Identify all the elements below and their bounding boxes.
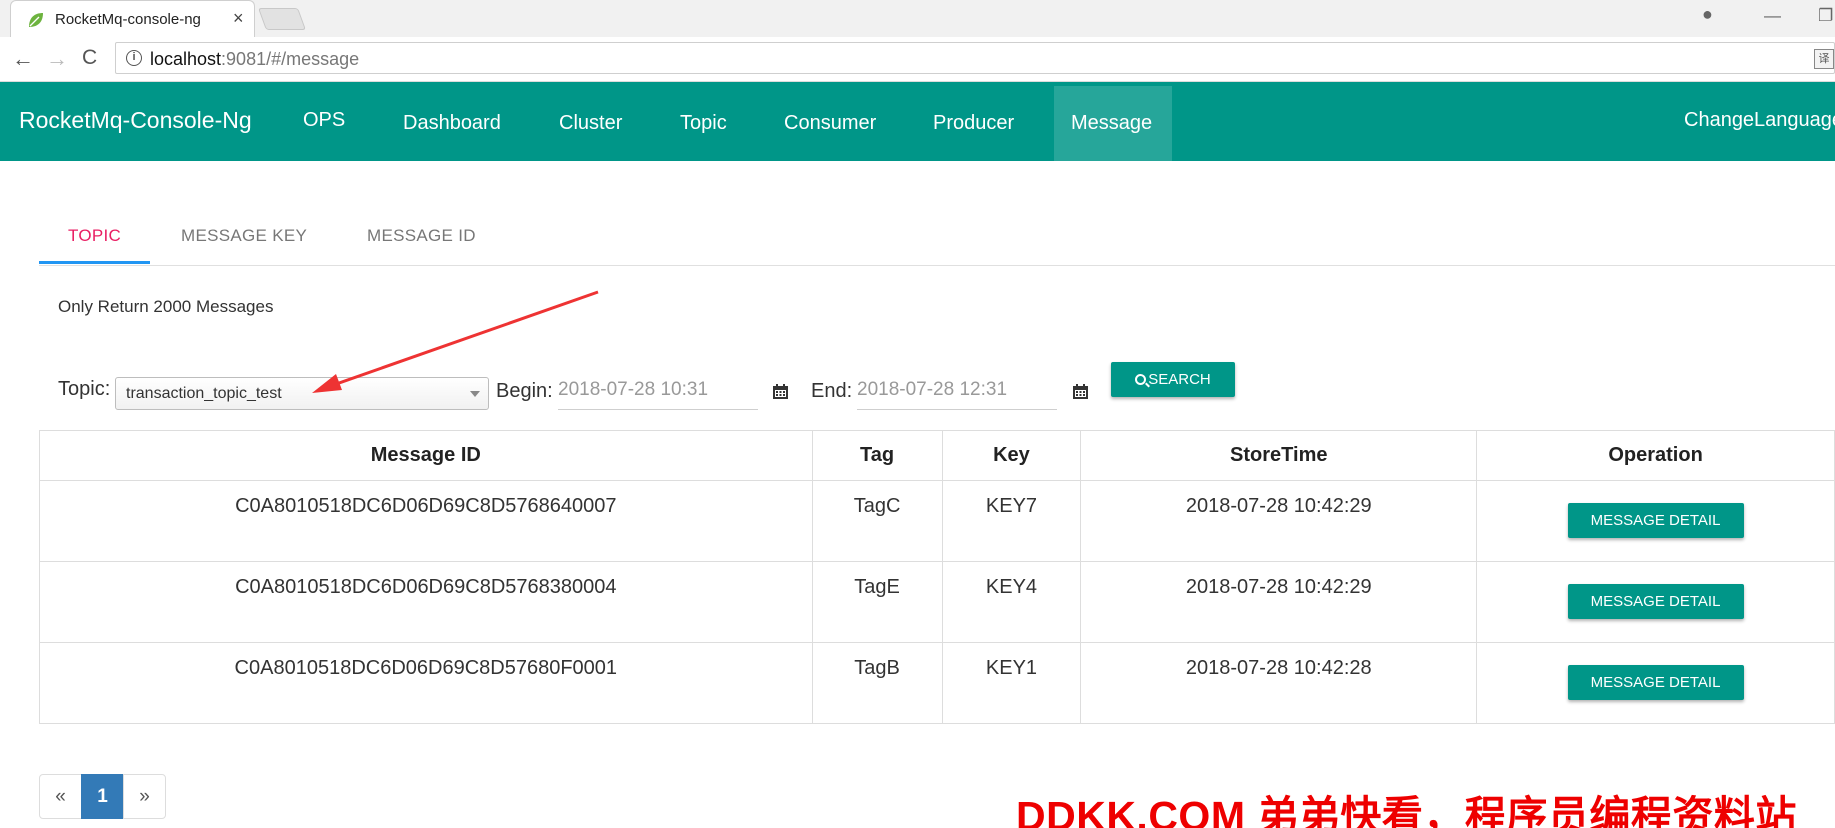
tab-message-key[interactable]: MESSAGE KEY [181,226,307,246]
nav-item-dashboard[interactable]: Dashboard [403,112,501,135]
tab-title: RocketMq-console-ng [55,11,201,28]
table-row: C0A8010518DC6D06D69C8D5768380004 TagE KE… [39,561,1835,643]
close-tab-icon[interactable]: × [233,8,244,29]
operation-cell: MESSAGE DETAIL [1476,642,1835,724]
prev-page-button[interactable]: « [39,774,82,819]
search-icon [1135,374,1147,385]
store-time-cell: 2018-07-28 10:42:28 [1080,642,1478,724]
column-header-tag: Tag [811,430,943,481]
search-button[interactable]: SEARCH [1111,362,1235,397]
annotation-arrow-icon [312,290,599,393]
end-label: End: [811,380,853,402]
end-time-input[interactable] [857,370,1057,410]
tab-message-id[interactable]: MESSAGE ID [367,226,476,246]
browser-tab-strip: RocketMq-console-ng × ● — ❐ [0,0,1835,37]
nav-item-producer[interactable]: Producer [933,112,1014,135]
pagination: « 1 » [39,774,166,819]
key-cell: KEY7 [941,480,1082,562]
calendar-icon[interactable] [1072,383,1089,400]
store-time-cell: 2018-07-28 10:42:29 [1080,480,1478,562]
app-navbar: RocketMq-Console-Ng OPS Dashboard Cluste… [0,82,1835,161]
minimize-icon[interactable]: — [1764,6,1781,26]
browser-tab[interactable]: RocketMq-console-ng × [10,0,255,37]
column-header-operation: Operation [1476,430,1835,481]
change-language-menu[interactable]: ChangeLanguage [1684,109,1835,132]
message-detail-button[interactable]: MESSAGE DETAIL [1567,584,1744,619]
column-header-store-time: StoreTime [1080,430,1478,481]
new-tab-button[interactable] [257,8,307,30]
translate-icon[interactable]: 译 [1814,49,1834,69]
profile-icon[interactable]: ● [1702,4,1713,25]
message-detail-button[interactable]: MESSAGE DETAIL [1567,503,1744,538]
brand-title[interactable]: RocketMq-Console-Ng [19,107,252,134]
table-row: C0A8010518DC6D06D69C8D57680F0001 TagB KE… [39,642,1835,724]
topic-label: Topic: [58,378,111,400]
key-cell: KEY4 [941,561,1082,643]
forward-icon[interactable]: → [46,46,68,72]
search-button-label: SEARCH [1148,371,1211,388]
message-detail-button[interactable]: MESSAGE DETAIL [1567,665,1744,700]
tab-topic[interactable]: TOPIC [68,226,121,246]
search-mode-tabs: TOPIC MESSAGE KEY MESSAGE ID [39,212,1835,266]
tag-cell: TagE [811,561,943,643]
restore-icon[interactable]: ❐ [1818,6,1833,26]
watermark-text: DDKK.COM 弟弟快看，程序员编程资料站 [1016,793,1797,828]
message-results-table: Message ID Tag Key StoreTime Operation C… [39,430,1835,724]
active-tab-indicator [39,261,150,264]
browser-toolbar: ← → C i localhost:9081/#/message 译 [0,37,1835,82]
nav-item-topic[interactable]: Topic [680,112,727,135]
calendar-icon[interactable] [772,383,789,400]
column-header-key: Key [941,430,1082,481]
reload-icon[interactable]: C [82,46,97,70]
table-header-row: Message ID Tag Key StoreTime Operation [39,430,1835,481]
nav-item-consumer[interactable]: Consumer [784,112,876,135]
tag-cell: TagC [811,480,943,562]
page-1-button[interactable]: 1 [81,774,124,819]
topic-selected-value: transaction_topic_test [126,385,282,402]
url-text: localhost:9081/#/message [150,49,360,69]
back-icon[interactable]: ← [12,46,34,72]
operation-cell: MESSAGE DETAIL [1476,480,1835,562]
nav-item-ops[interactable]: OPS [303,109,345,132]
result-limit-note: Only Return 2000 Messages [58,297,274,316]
key-cell: KEY1 [941,642,1082,724]
operation-cell: MESSAGE DETAIL [1476,561,1835,643]
table-row: C0A8010518DC6D06D69C8D5768640007 TagC KE… [39,480,1835,562]
leaf-icon [29,13,43,27]
message-id-cell: C0A8010518DC6D06D69C8D5768640007 [39,480,813,562]
info-icon[interactable]: i [126,50,142,66]
column-header-message-id: Message ID [39,430,813,481]
nav-item-message[interactable]: Message [1071,112,1152,135]
message-id-cell: C0A8010518DC6D06D69C8D57680F0001 [39,642,813,724]
tag-cell: TagB [811,642,943,724]
address-bar[interactable]: i localhost:9081/#/message 译 [115,42,1835,74]
message-id-cell: C0A8010518DC6D06D69C8D5768380004 [39,561,813,643]
store-time-cell: 2018-07-28 10:42:29 [1080,561,1478,643]
next-page-button[interactable]: » [123,774,166,819]
nav-item-cluster[interactable]: Cluster [559,112,622,135]
